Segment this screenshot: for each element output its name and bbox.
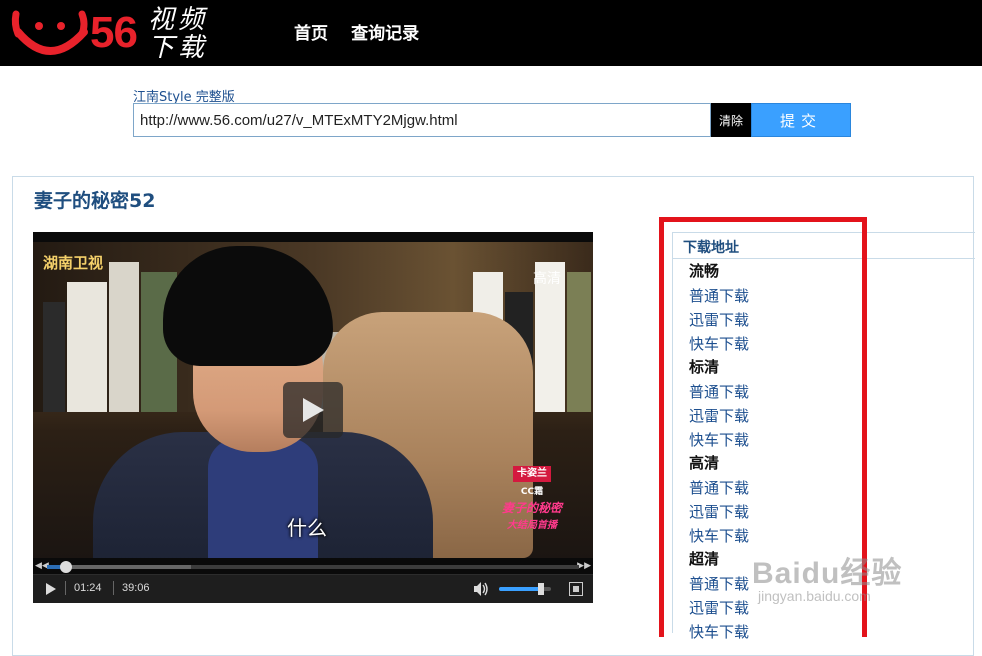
play-icon — [303, 398, 324, 422]
ad-badge: 卡姿兰 CC霜 妻子的秘密 大结局首播 — [501, 466, 562, 531]
volume-slider[interactable] — [499, 583, 551, 595]
submit-button[interactable]: 提交 — [751, 103, 851, 137]
control-bar: 01:24 39:06 — [33, 574, 593, 603]
nav-home[interactable]: 首页 — [294, 24, 328, 44]
video-player[interactable]: 湖南卫视 高清 什么 卡姿兰 CC霜 妻子的秘密 大结局首播 ◀◀ ▶▶ 01:… — [33, 232, 593, 603]
baidu-watermark: Baidu经验 jingyan.baidu.com — [752, 557, 903, 604]
quality-tag: 高清 — [533, 271, 561, 287]
big-play-button[interactable] — [283, 382, 343, 438]
main-nav: 首页 查询记录 — [294, 19, 437, 44]
divider — [65, 581, 66, 595]
channel-logo: 湖南卫视 — [43, 255, 104, 272]
volume-level — [499, 587, 541, 591]
video-frame[interactable]: 湖南卫视 高清 什么 卡姿兰 CC霜 妻子的秘密 大结局首播 — [33, 242, 593, 558]
fullscreen-button[interactable] — [569, 582, 583, 596]
volume-handle[interactable] — [537, 583, 544, 595]
video-url-input[interactable] — [133, 103, 711, 137]
total-time: 39:06 — [122, 582, 150, 594]
logo-wordmark: 视频 下载 — [148, 5, 205, 63]
video-title: 妻子的秘密52 — [34, 190, 156, 212]
volume-icon[interactable] — [473, 581, 489, 597]
logo-number: 56 — [90, 8, 138, 57]
site-logo[interactable]: 56 视频 下载 — [10, 6, 210, 62]
progress-handle[interactable] — [60, 561, 73, 573]
divider — [113, 581, 114, 595]
video-subtitle: 什么 — [287, 516, 327, 540]
current-time: 01:24 — [74, 582, 102, 594]
top-bar: 56 视频 下载 首页 查询记录 — [0, 0, 982, 66]
smiley-logo-icon — [11, 10, 88, 55]
seek-forward-icon[interactable]: ▶▶ — [577, 561, 591, 571]
clear-button[interactable]: 清除 — [711, 103, 751, 137]
progress-bar[interactable] — [47, 561, 579, 573]
nav-query-history[interactable]: 查询记录 — [351, 24, 419, 44]
play-icon[interactable] — [45, 582, 57, 596]
